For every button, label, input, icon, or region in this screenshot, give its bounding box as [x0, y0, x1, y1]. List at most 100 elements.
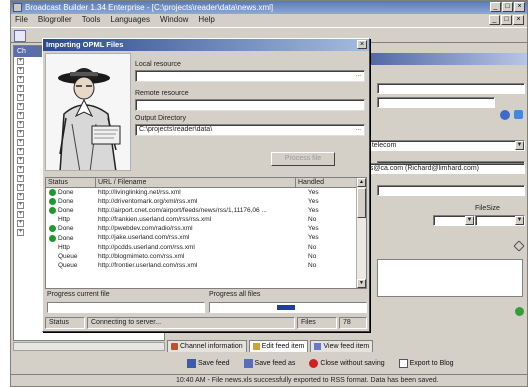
menu-file[interactable]: File — [15, 14, 28, 26]
column-handled-header[interactable]: Handled — [296, 178, 358, 188]
row-url: http://pcdds.userland.com/rss.xml — [98, 243, 195, 251]
table-row[interactable]: Queue http://frontier.userland.com/rss.xm… — [46, 261, 358, 270]
close-button[interactable]: × — [514, 2, 525, 12]
expand-icon[interactable]: + — [17, 94, 24, 101]
table-row[interactable]: Done http://pwebdev.com/radio/rss.xml Yes — [46, 224, 358, 233]
tab-channel-information[interactable]: Channel information — [167, 340, 247, 352]
table-row[interactable]: Http http://pcdds.userland.com/rss.xml No — [46, 243, 358, 252]
expand-icon[interactable]: + — [17, 202, 24, 209]
pencil-icon — [252, 343, 260, 350]
scroll-down-arrow-icon[interactable]: ▼ — [357, 279, 366, 288]
expand-icon[interactable]: + — [17, 121, 24, 128]
table-row[interactable]: Queue http://blogmimeto.com/rss.xml No — [46, 252, 358, 261]
local-resource-browse-button[interactable]: ... — [354, 72, 363, 80]
menu-blogroller[interactable]: Blogroller — [38, 14, 72, 26]
export-to-blog-button[interactable]: Export to Blog — [398, 358, 454, 368]
output-directory-input[interactable]: C:\projects\reader\data\ ... — [135, 124, 365, 136]
row-status-text: Done — [58, 189, 74, 197]
row-status-text: Queue — [58, 252, 78, 260]
close-without-saving-button[interactable]: Close without saving — [309, 358, 385, 368]
channel-link-field[interactable] — [377, 97, 495, 108]
new-document-icon[interactable] — [14, 30, 26, 42]
expand-icon[interactable]: + — [17, 67, 24, 74]
row-url: http://pwebdev.com/radio/rss.xml — [98, 225, 193, 233]
webmaster-email-field[interactable]: bs@ca.com (Richard@limhard.com) — [363, 163, 525, 174]
row-url: http://airport.cnet.com/airport/feeds/ne… — [98, 207, 267, 215]
menu-help[interactable]: Help — [198, 14, 214, 26]
expand-icon[interactable]: + — [17, 211, 24, 218]
description-textarea[interactable] — [377, 259, 523, 297]
local-resource-label: Local resource — [135, 61, 181, 68]
scroll-thumb[interactable] — [357, 188, 366, 218]
expand-icon[interactable]: + — [17, 103, 24, 110]
mdi-close-button[interactable]: × — [513, 15, 524, 25]
filesize-dropdown[interactable]: ▼ — [475, 215, 525, 226]
table-row[interactable]: Done http://airport.cnet.com/airport/feed… — [46, 206, 358, 215]
dropdown-arrow-icon[interactable]: ▼ — [515, 216, 524, 225]
expand-icon[interactable]: + — [17, 157, 24, 164]
expand-icon[interactable]: + — [17, 148, 24, 155]
minimize-button[interactable]: _ — [490, 2, 501, 12]
remote-resource-input[interactable] — [135, 99, 365, 111]
expand-icon[interactable]: + — [17, 130, 24, 137]
expand-icon[interactable]: + — [17, 112, 24, 119]
import-list-scrollbar[interactable]: ▲ ▼ — [356, 178, 366, 288]
link-icon[interactable] — [514, 110, 523, 119]
row-handled: No — [308, 216, 317, 224]
table-row[interactable]: Done http://livinglinking.net/rss.xml Yes — [46, 188, 358, 197]
expand-icon[interactable]: + — [17, 184, 24, 191]
channel-title-field[interactable] — [377, 83, 525, 94]
copyright-field[interactable] — [377, 185, 525, 196]
category-dropdown[interactable]: e telecom ▼ — [363, 140, 525, 151]
edit-pencil-icon[interactable] — [513, 240, 525, 252]
dropdown-arrow-icon[interactable]: ▼ — [515, 141, 524, 150]
channels-horizontal-scrollbar[interactable] — [13, 342, 165, 351]
expand-icon[interactable]: + — [17, 76, 24, 83]
row-status-text: Http — [58, 216, 70, 224]
column-url-header[interactable]: URL / Filename — [96, 178, 296, 188]
filesize-label: FileSize — [475, 205, 500, 212]
maximize-button[interactable]: □ — [502, 2, 513, 12]
progress-all-label: Progress all files — [209, 291, 261, 298]
import-list-rows: Done http://livinglinking.net/rss.xml Yes D… — [46, 188, 358, 270]
dialog-close-button[interactable]: × — [357, 40, 367, 49]
expand-icon[interactable]: + — [17, 139, 24, 146]
progress-all-fill — [276, 305, 296, 310]
tab-edit-feed-item[interactable]: Edit feed item — [248, 340, 309, 352]
table-row[interactable]: Done http://driventomark.org/xml/rss.xml Y… — [46, 197, 358, 206]
menu-languages[interactable]: Languages — [110, 14, 150, 26]
row-status: Http — [46, 243, 96, 252]
menu-window[interactable]: Window — [160, 14, 188, 26]
table-row[interactable]: Http http://frankien.userland.com/rss/rss… — [46, 215, 358, 224]
table-row[interactable]: Done http://jake.userland.com/rss.xml Yes — [46, 233, 358, 242]
expand-icon[interactable]: + — [17, 229, 24, 236]
menu-tools[interactable]: Tools — [82, 14, 101, 26]
output-directory-browse-button[interactable]: ... — [354, 126, 363, 134]
save-feed-as-button[interactable]: Save feed as — [243, 358, 295, 368]
dropdown-arrow-icon[interactable]: ▼ — [465, 216, 474, 225]
expand-icon[interactable]: + — [17, 193, 24, 200]
local-resource-input[interactable]: ... — [135, 70, 365, 82]
import-opml-dialog: Importing OPML Files × Local resource ..… — [42, 38, 370, 332]
globe-icon[interactable] — [500, 110, 510, 120]
expand-icon[interactable]: + — [17, 220, 24, 227]
mdi-minimize-button[interactable]: _ — [489, 15, 500, 25]
scroll-up-arrow-icon[interactable]: ▲ — [357, 178, 366, 187]
progress-current-label: Progress current file — [47, 291, 110, 298]
expand-icon[interactable]: + — [17, 85, 24, 92]
import-list: Status URL / Filename Handled Done http:/… — [45, 177, 367, 289]
expand-icon[interactable]: + — [17, 166, 24, 173]
column-status-header[interactable]: Status — [46, 178, 96, 188]
expand-icon[interactable]: + — [17, 58, 24, 65]
type-dropdown[interactable]: ▼ — [433, 215, 475, 226]
tab-view-feed-item[interactable]: View feed item — [310, 340, 374, 352]
row-status: Done — [46, 206, 96, 215]
row-url: http://frontier.userland.com/rss.xml — [98, 261, 198, 269]
mdi-restore-button[interactable]: □ — [501, 15, 512, 25]
save-feed-button[interactable]: Save feed — [187, 358, 230, 368]
expand-icon[interactable]: + — [17, 175, 24, 182]
process-file-button[interactable]: Process file — [271, 152, 335, 166]
output-directory-label: Output Directory — [135, 115, 186, 122]
close-red-icon — [309, 358, 319, 368]
refresh-icon[interactable] — [515, 307, 524, 316]
